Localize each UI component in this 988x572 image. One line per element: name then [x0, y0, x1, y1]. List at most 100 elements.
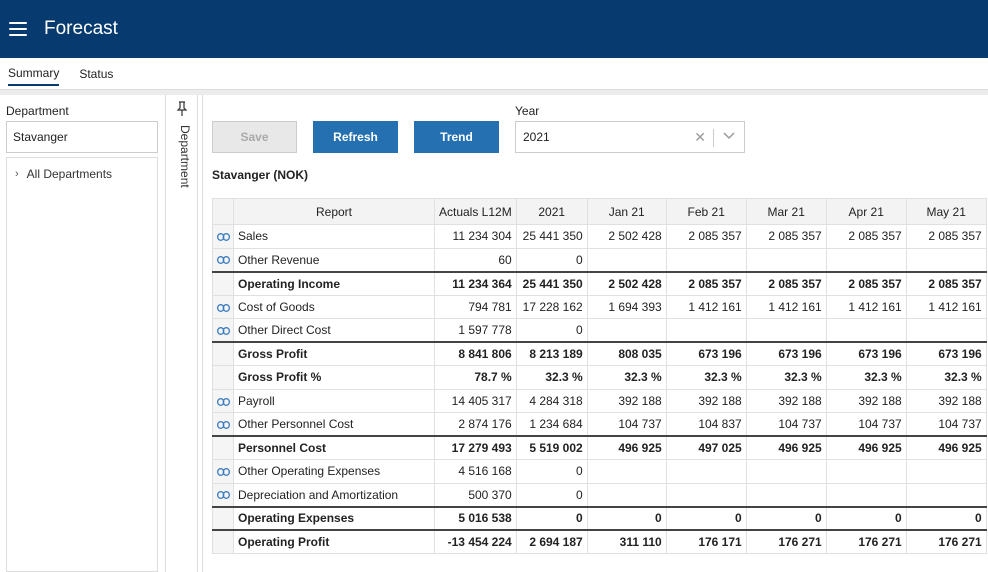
table-cell: 1 412 161 — [905, 294, 987, 319]
table-row: Operating Expenses 5 016 538 0 0 0 0 0 0 — [212, 505, 987, 531]
table-cell: 2 874 176 — [434, 412, 517, 437]
table-row: Sales 11 234 304 25 441 350 2 502 428 2 085 … — [212, 224, 987, 249]
table-cell — [665, 318, 747, 343]
table-cell: 104 837 — [665, 412, 747, 437]
row-link-cell — [212, 270, 234, 296]
row-label: Gross Profit — [233, 341, 435, 366]
table-cell: 2 085 357 — [745, 224, 827, 249]
table-cell — [905, 247, 987, 272]
link-icon[interactable] — [216, 233, 230, 242]
table-cell: 392 188 — [745, 388, 827, 413]
year-value: 2021 — [523, 130, 550, 144]
table-cell: 500 370 — [434, 482, 517, 507]
table-cell: 104 737 — [745, 412, 827, 437]
clear-icon[interactable]: ✕ — [694, 129, 706, 146]
table-cell — [586, 459, 667, 484]
table-cell: 11 234 364 — [434, 270, 517, 296]
row-link-cell[interactable] — [212, 412, 234, 437]
report-table: Report Actuals L12M 2021 Jan 21 Feb 21 M… — [212, 198, 987, 554]
tab-status[interactable]: Status — [79, 63, 113, 85]
refresh-button[interactable]: Refresh — [313, 121, 398, 153]
row-link-cell[interactable] — [212, 388, 234, 413]
table-cell: 32.3 % — [905, 365, 987, 390]
row-link-cell[interactable] — [212, 294, 234, 319]
table-cell: 0 — [515, 318, 588, 343]
link-icon[interactable] — [216, 303, 230, 312]
table-cell — [665, 247, 747, 272]
table-cell: 32.3 % — [586, 365, 667, 390]
table-row: Other Revenue 60 0 — [212, 247, 987, 272]
table-cell: 0 — [515, 505, 588, 531]
table-cell: 176 271 — [905, 529, 987, 554]
table-cell: 2 085 357 — [825, 270, 907, 296]
table-cell: 5 016 538 — [434, 505, 517, 531]
table-cell: 2 502 428 — [586, 224, 667, 249]
row-label: Operating Expenses — [233, 505, 435, 531]
tab-summary[interactable]: Summary — [8, 62, 60, 86]
table-cell: 1 412 161 — [825, 294, 907, 319]
header-cell: May 21 — [905, 198, 987, 225]
link-icon[interactable] — [216, 397, 230, 406]
table-cell: 4 284 318 — [515, 388, 588, 413]
menu-icon[interactable] — [9, 22, 27, 36]
link-icon[interactable] — [216, 420, 230, 429]
pin-icon[interactable] — [176, 101, 188, 117]
table-cell: 1 597 778 — [434, 318, 517, 343]
table-cell — [665, 482, 747, 507]
table-cell: 497 025 — [665, 435, 747, 460]
link-icon[interactable] — [216, 491, 230, 500]
table-row: Personnel Cost 17 279 493 5 519 002 496 925… — [212, 435, 987, 460]
table-cell: 25 441 350 — [515, 224, 588, 249]
link-icon[interactable] — [216, 326, 230, 335]
tab-bar: Summary Status — [0, 58, 988, 90]
table-row: Other Personnel Cost 2 874 176 1 234 684 10… — [212, 412, 987, 437]
row-link-cell — [212, 505, 234, 531]
chevron-down-icon[interactable] — [722, 131, 736, 141]
table-cell — [825, 482, 907, 507]
report-area: Save Refresh Trend Year 2021 ✕ Stavanger… — [202, 95, 988, 572]
app-title: Forecast — [44, 18, 118, 39]
table-cell: 0 — [905, 505, 987, 531]
row-label: Operating Income — [233, 270, 435, 296]
table-cell — [745, 318, 827, 343]
header-cell: Mar 21 — [745, 198, 827, 225]
department-side-tab[interactable]: Department — [166, 95, 198, 572]
table-cell: 2 085 357 — [905, 224, 987, 249]
link-icon[interactable] — [216, 468, 230, 477]
table-cell: 2 085 357 — [905, 270, 987, 296]
year-select[interactable]: 2021 ✕ — [515, 121, 745, 153]
table-cell — [586, 482, 667, 507]
save-button[interactable]: Save — [212, 121, 297, 153]
row-label: Other Direct Cost — [233, 318, 435, 343]
row-link-cell — [212, 435, 234, 460]
tree-item-all-departments[interactable]: › All Departments — [15, 167, 112, 181]
row-link-cell[interactable] — [212, 459, 234, 484]
table-row: Gross Profit 8 841 806 8 213 189 808 035 673… — [212, 341, 987, 366]
department-tree: › All Departments — [6, 157, 158, 572]
link-icon[interactable] — [216, 256, 230, 265]
row-link-cell[interactable] — [212, 224, 234, 249]
table-cell: 0 — [586, 505, 667, 531]
row-link-cell — [212, 365, 234, 390]
table-cell: 104 737 — [586, 412, 667, 437]
table-cell: 2 694 187 — [515, 529, 588, 554]
table-cell — [586, 247, 667, 272]
table-row: Depreciation and Amortization 500 370 0 — [212, 482, 987, 507]
row-link-cell — [212, 529, 234, 554]
table-cell: 808 035 — [586, 341, 667, 366]
table-cell: 25 441 350 — [515, 270, 588, 296]
table-cell: 11 234 304 — [434, 224, 517, 249]
chevron-right-icon[interactable]: › — [15, 168, 19, 180]
department-filter-input[interactable] — [6, 121, 158, 153]
row-link-cell[interactable] — [212, 318, 234, 343]
table-cell: 496 925 — [905, 435, 987, 460]
row-link-cell[interactable] — [212, 482, 234, 507]
table-cell: 32.3 % — [665, 365, 747, 390]
table-cell: 2 085 357 — [665, 270, 747, 296]
table-cell: 392 188 — [825, 388, 907, 413]
trend-button[interactable]: Trend — [414, 121, 499, 153]
side-tab-label: Department — [178, 125, 192, 188]
row-link-cell[interactable] — [212, 247, 234, 272]
table-cell: 176 171 — [665, 529, 747, 554]
table-cell: 17 228 162 — [515, 294, 588, 319]
